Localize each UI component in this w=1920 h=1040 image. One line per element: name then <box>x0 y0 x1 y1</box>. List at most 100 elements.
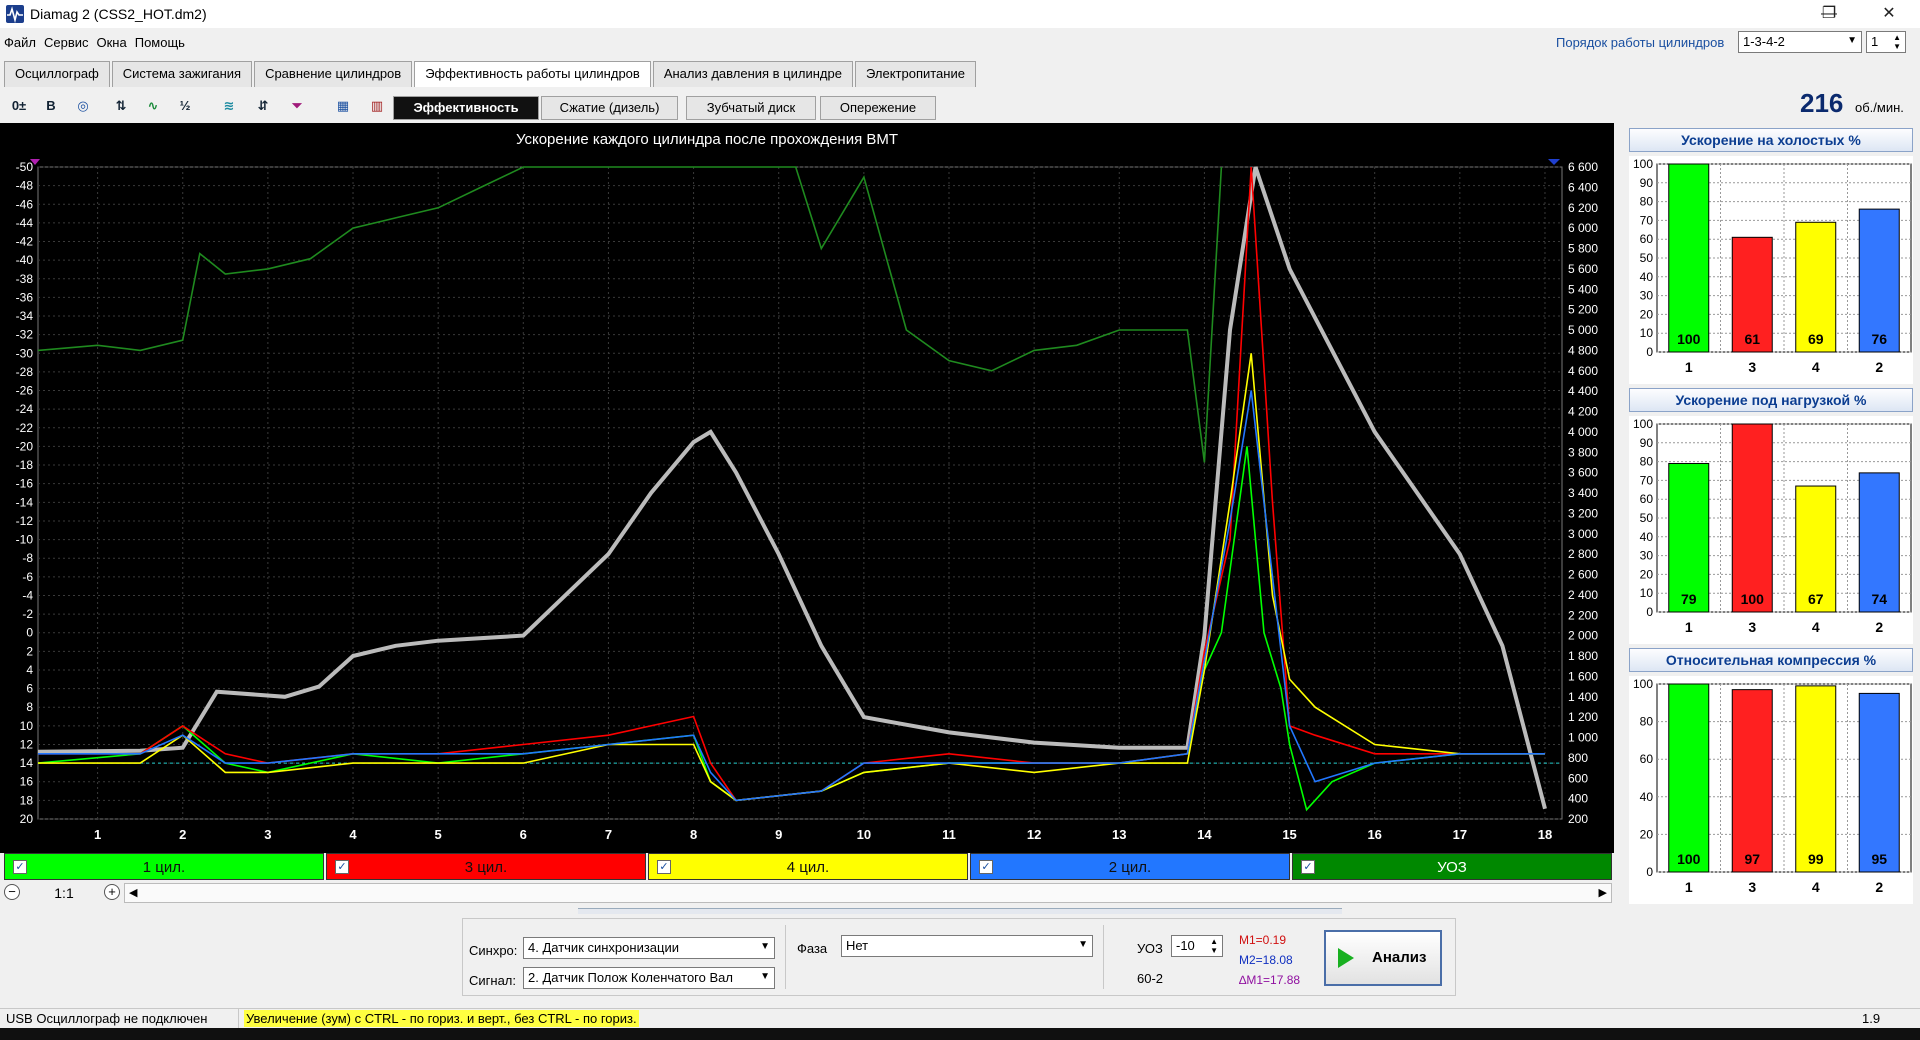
subtab-compression-diesel[interactable]: Сжатие (дизель) <box>541 96 678 120</box>
cylinder-order-select[interactable]: 1-3-4-2 ▼ <box>1738 31 1862 53</box>
channel-toggle-3[interactable]: ✓ 4 цил. <box>648 853 968 880</box>
panel-splitter[interactable] <box>578 908 1342 914</box>
y-tick-label: 80 <box>1640 195 1654 209</box>
analyze-label: Анализ <box>1372 949 1427 966</box>
x-tick-label: 11 <box>942 827 956 842</box>
app-icon <box>6 5 24 23</box>
rpm-icon[interactable]: ◎ <box>70 94 96 118</box>
checkbox-icon[interactable]: ✓ <box>979 860 993 874</box>
bar-value-label: 79 <box>1681 591 1697 607</box>
tab-pressure-analysis[interactable]: Анализ давления в цилиндре <box>652 61 853 87</box>
zoom-in-icon[interactable]: + <box>104 884 120 900</box>
usb-status: USB Осциллограф не подключен <box>6 1011 208 1026</box>
algorithm-icon[interactable]: ½ <box>172 94 198 118</box>
right-tick-label: 6 200 <box>1568 201 1598 215</box>
bar-chart-svg: 10090807060504030201001001613694762 <box>1633 157 1912 375</box>
right-tick-label: 4 400 <box>1568 384 1598 398</box>
marker-m2: M2=18.08 <box>1239 953 1293 967</box>
right-tick-label: 800 <box>1568 751 1588 765</box>
waveform-icon[interactable]: ∿ <box>140 94 166 118</box>
sync-select[interactable]: 4. Датчик синхронизации ▼ <box>523 937 775 959</box>
left-tick-label: -24 <box>16 402 34 416</box>
signal-select[interactable]: 2. Датчик Полож Коленчатого Вал ▼ <box>523 967 775 989</box>
right-marker-icon[interactable] <box>1548 159 1560 165</box>
sort-icon[interactable]: ⇵ <box>250 94 276 118</box>
tab-power-supply[interactable]: Электропитание <box>854 61 976 87</box>
left-tick-label: 0 <box>26 626 33 640</box>
scale-icon[interactable]: ⇅ <box>108 94 134 118</box>
bars-icon[interactable]: ▥ <box>364 94 390 118</box>
checkbox-icon[interactable]: ✓ <box>13 860 27 874</box>
restore-button[interactable]: ❐ <box>1806 0 1852 28</box>
right-tick-label: 3 200 <box>1568 506 1598 520</box>
bar-value-label: 61 <box>1744 331 1760 347</box>
uoz-label: УОЗ <box>1137 941 1163 956</box>
rpm-unit: об./мин. <box>1855 100 1904 115</box>
y-tick-label: 10 <box>1640 326 1654 340</box>
marker-m1: M1=0.19 <box>1239 933 1287 947</box>
category-label: 3 <box>1748 879 1756 895</box>
scroll-left-icon[interactable]: ◀ <box>129 886 137 899</box>
acceleration-chart[interactable]: Ускорение каждого цилиндра после прохожд… <box>0 123 1614 853</box>
category-label: 4 <box>1812 359 1820 375</box>
tab-oscilloscope[interactable]: Осциллограф <box>4 61 110 87</box>
left-tick-label: -14 <box>16 495 34 509</box>
menu-file[interactable]: Файл <box>0 32 40 54</box>
left-tick-label: -4 <box>22 588 33 602</box>
right-tick-label: 5 400 <box>1568 282 1598 296</box>
y-tick-label: 70 <box>1640 473 1654 487</box>
uoz-stepper[interactable]: -10 ▲ ▼ <box>1171 935 1223 957</box>
scroll-right-icon[interactable]: ▶ <box>1599 886 1607 899</box>
channel-toggle-4[interactable]: ✓ 2 цил. <box>970 853 1290 880</box>
y-tick-label: 70 <box>1640 213 1654 227</box>
tab-cylinder-efficiency[interactable]: Эффективность работы цилиндров <box>414 61 651 87</box>
checkbox-icon[interactable]: ✓ <box>335 860 349 874</box>
subtab-efficiency[interactable]: Эффективность <box>393 96 539 120</box>
left-tick-label: -6 <box>22 570 33 584</box>
right-tick-label: 5 000 <box>1568 323 1598 337</box>
cylinder-order-label: Порядок работы цилиндров <box>1556 35 1725 50</box>
left-tick-label: -42 <box>16 235 34 249</box>
left-tick-label: 16 <box>20 775 34 789</box>
right-tick-label: 1 800 <box>1568 649 1598 663</box>
checkbox-icon[interactable]: ✓ <box>1301 860 1315 874</box>
menu-service[interactable]: Сервис <box>40 32 93 54</box>
menu-windows[interactable]: Окна <box>93 32 131 54</box>
subtab-advance[interactable]: Опережение <box>820 96 936 120</box>
y-tick-label: 20 <box>1640 827 1654 841</box>
cursor-icon[interactable]: 0± <box>6 94 32 118</box>
subtab-toothed-disk[interactable]: Зубчатый диск <box>686 96 816 120</box>
channel-toggle-2[interactable]: ✓ 3 цил. <box>326 853 646 880</box>
zoom-out-icon[interactable]: − <box>4 884 20 900</box>
bold-icon[interactable]: B <box>38 94 64 118</box>
filter-icon[interactable]: ≋ <box>216 94 242 118</box>
play-icon <box>1338 948 1354 968</box>
right-tick-label: 400 <box>1568 792 1588 806</box>
engine-icon[interactable]: ▦ <box>330 94 356 118</box>
y-tick-label: 60 <box>1640 752 1654 766</box>
marker-delta: ∆M1=17.88 <box>1239 973 1301 987</box>
tab-cylinder-compare[interactable]: Сравнение цилиндров <box>254 61 413 87</box>
left-tick-label: 6 <box>26 682 33 696</box>
cylinder-count-stepper[interactable]: 1 ▲ ▼ <box>1866 31 1906 53</box>
right-tick-label: 5 600 <box>1568 262 1598 276</box>
funnel-icon[interactable]: ⏷ <box>284 94 310 118</box>
phase-select[interactable]: Нет ▼ <box>841 935 1093 957</box>
right-tick-label: 1 000 <box>1568 731 1598 745</box>
analyze-button[interactable]: Анализ <box>1324 930 1442 986</box>
channel-toggle-5[interactable]: ✓ УОЗ <box>1292 853 1612 880</box>
left-tick-label: 2 <box>26 644 33 658</box>
channel-toggle-1[interactable]: ✓ 1 цил. <box>4 853 324 880</box>
horizontal-scrollbar[interactable]: ◀ ▶ <box>124 883 1612 903</box>
left-tick-label: -34 <box>16 309 34 323</box>
x-tick-label: 17 <box>1453 827 1467 842</box>
checkbox-icon[interactable]: ✓ <box>657 860 671 874</box>
right-tick-label: 600 <box>1568 771 1588 785</box>
x-tick-label: 15 <box>1282 827 1296 842</box>
bar-chart-svg: 100 80 60 40 20 0 100 1 97 3 99 4 95 2 <box>1633 677 1912 895</box>
menu-help[interactable]: Помощь <box>131 32 189 54</box>
bar-chart-title: Относительная компрессия % <box>1629 648 1913 672</box>
close-button[interactable]: ✕ <box>1866 0 1912 28</box>
tab-ignition[interactable]: Система зажигания <box>111 61 253 87</box>
left-tick-label: -46 <box>16 197 34 211</box>
